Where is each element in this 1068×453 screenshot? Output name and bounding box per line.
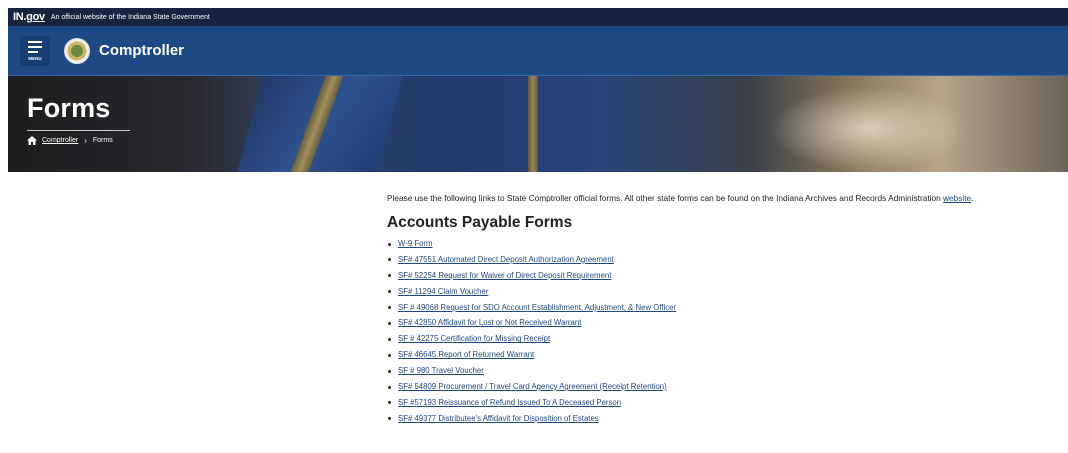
official-website-text: An official website of the Indiana State… bbox=[50, 13, 210, 21]
hero-fringe-decoration bbox=[528, 76, 538, 172]
list-item: SF #57193 Reissuance of Refund Issued To… bbox=[387, 395, 1067, 411]
official-website-bar: IN.gov An official website of the Indian… bbox=[8, 8, 1068, 26]
site-header: MENU Comptroller bbox=[8, 26, 1068, 76]
list-item: SF# 47551 Automated Direct Deposit Autho… bbox=[387, 252, 1067, 268]
form-link[interactable]: SF# 49377 Distributee's Affidavit for Di… bbox=[398, 414, 599, 423]
list-item: SF # 49068 Request for SDO Account Estab… bbox=[387, 300, 1067, 316]
menu-button[interactable]: MENU bbox=[20, 35, 50, 66]
hamburger-icon-bar bbox=[28, 50, 38, 53]
title-divider bbox=[27, 130, 130, 131]
hero-banner: Forms Comptroller › Forms bbox=[8, 76, 1068, 172]
list-item: SF# 54809 Procurement / Travel Card Agen… bbox=[387, 379, 1067, 395]
chevron-right-icon: › bbox=[84, 136, 87, 145]
breadcrumb-current: Forms bbox=[92, 137, 113, 144]
form-link[interactable]: SF# 52254 Request for Waiver of Direct D… bbox=[398, 271, 611, 280]
in-gov-logo[interactable]: IN.gov bbox=[13, 11, 45, 23]
menu-label: MENU bbox=[28, 55, 42, 61]
form-link[interactable]: SF # 980 Travel Voucher bbox=[398, 366, 484, 375]
forms-list: W-9 Form SF# 47551 Automated Direct Depo… bbox=[387, 236, 1067, 427]
hamburger-icon bbox=[28, 41, 42, 44]
page-title: Forms bbox=[27, 93, 111, 123]
hamburger-icon-bar bbox=[28, 46, 42, 48]
list-item: SF# 52254 Request for Waiver of Direct D… bbox=[387, 268, 1067, 284]
section-title: Accounts Payable Forms bbox=[387, 214, 573, 231]
form-link[interactable]: SF# 11294 Claim Voucher bbox=[398, 287, 488, 296]
intro-end: . bbox=[971, 193, 974, 203]
list-item: SF# 46645 Report of Returned Warrant bbox=[387, 347, 1067, 363]
list-item: SF# 11294 Claim Voucher bbox=[387, 284, 1067, 300]
list-item: SF# 42850 Affidavit for Lost or Not Rece… bbox=[387, 315, 1067, 331]
form-link[interactable]: SF # 49068 Request for SDO Account Estab… bbox=[398, 303, 676, 312]
list-item: SF # 980 Travel Voucher bbox=[387, 363, 1067, 379]
archives-website-link[interactable]: website bbox=[943, 193, 971, 203]
list-item: SF# 49377 Distributee's Affidavit for Di… bbox=[387, 411, 1067, 427]
intro-text: Please use the following links to State … bbox=[387, 193, 944, 203]
list-item: SF # 42275 Certification for Missing Rec… bbox=[387, 331, 1067, 347]
form-link[interactable]: SF #57193 Reissuance of Refund Issued To… bbox=[398, 398, 621, 407]
state-seal-icon[interactable] bbox=[64, 37, 90, 64]
intro-paragraph: Please use the following links to State … bbox=[387, 192, 1067, 205]
form-link[interactable]: SF# 46645 Report of Returned Warrant bbox=[398, 350, 534, 359]
breadcrumb: Comptroller › Forms bbox=[27, 136, 113, 145]
home-icon bbox=[27, 136, 37, 145]
site-name[interactable]: Comptroller bbox=[99, 42, 184, 59]
list-item: W-9 Form bbox=[387, 236, 1067, 252]
form-link[interactable]: W-9 Form bbox=[398, 239, 433, 248]
form-link[interactable]: SF # 42275 Certification for Missing Rec… bbox=[398, 334, 550, 343]
form-link[interactable]: SF# 47551 Automated Direct Deposit Autho… bbox=[398, 255, 614, 264]
breadcrumb-home-link[interactable]: Comptroller bbox=[42, 137, 78, 144]
form-link[interactable]: SF# 42850 Affidavit for Lost or Not Rece… bbox=[398, 318, 581, 327]
main-content: Please use the following links to State … bbox=[387, 192, 1067, 427]
form-link[interactable]: SF# 54809 Procurement / Travel Card Agen… bbox=[398, 382, 667, 391]
hero-light-decoration bbox=[768, 86, 968, 172]
